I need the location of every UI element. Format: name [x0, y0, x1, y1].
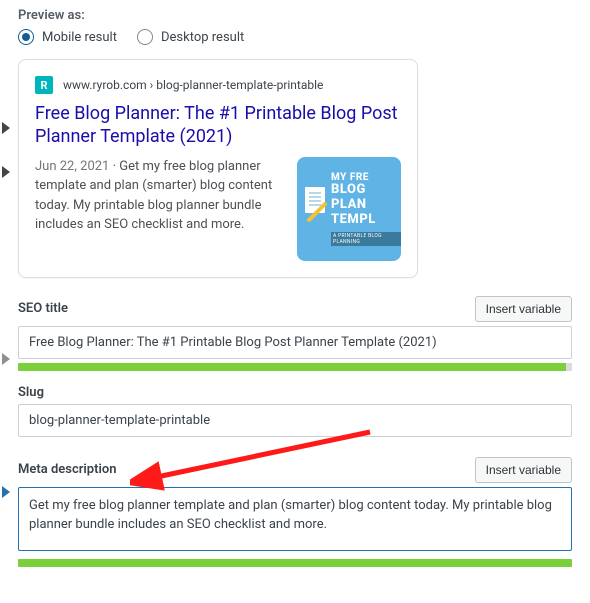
slug-input[interactable] [18, 404, 572, 437]
collapse-toggle-icon[interactable] [2, 486, 10, 498]
preview-mode-radio-group: Mobile result Desktop result [18, 29, 572, 45]
collapse-toggle-icon[interactable] [2, 353, 10, 365]
preview-thumbnail: MY FRE BLOG PLAN TEMPL A PRINTABLE BLOG … [297, 157, 401, 261]
radio-label: Mobile result [42, 30, 117, 45]
mobile-result-radio[interactable]: Mobile result [18, 29, 117, 45]
preview-description: Jun 22, 2021 · Get my free blog planner … [35, 157, 285, 235]
breadcrumb: www.ryrob.com › blog-planner-template-pr… [63, 78, 323, 92]
seo-title-progress [18, 363, 572, 371]
collapse-toggle-icon[interactable] [2, 166, 10, 178]
insert-variable-button[interactable]: Insert variable [475, 457, 572, 483]
meta-description-progress [18, 559, 572, 567]
slug-field: Slug [18, 385, 572, 437]
meta-description-label: Meta description [18, 462, 116, 477]
meta-description-field: Meta description Insert variable [18, 457, 572, 567]
meta-description-input[interactable] [18, 487, 572, 551]
search-preview-card: R www.ryrob.com › blog-planner-template-… [18, 59, 418, 278]
insert-variable-button[interactable]: Insert variable [475, 296, 572, 322]
seo-title-label: SEO title [18, 301, 68, 316]
preview-title-link[interactable]: Free Blog Planner: The #1 Printable Blog… [35, 102, 401, 149]
preview-as-label: Preview as: [18, 8, 572, 23]
collapse-toggle-icon[interactable] [2, 122, 10, 134]
desktop-result-radio[interactable]: Desktop result [137, 29, 244, 45]
slug-label: Slug [18, 385, 44, 400]
favicon-icon: R [35, 76, 53, 94]
radio-label: Desktop result [161, 30, 244, 45]
seo-title-input[interactable] [18, 326, 572, 359]
radio-checked-icon [18, 29, 34, 45]
preview-date: Jun 22, 2021 [35, 159, 109, 174]
seo-title-field: SEO title Insert variable [18, 296, 572, 371]
radio-unchecked-icon [137, 29, 153, 45]
